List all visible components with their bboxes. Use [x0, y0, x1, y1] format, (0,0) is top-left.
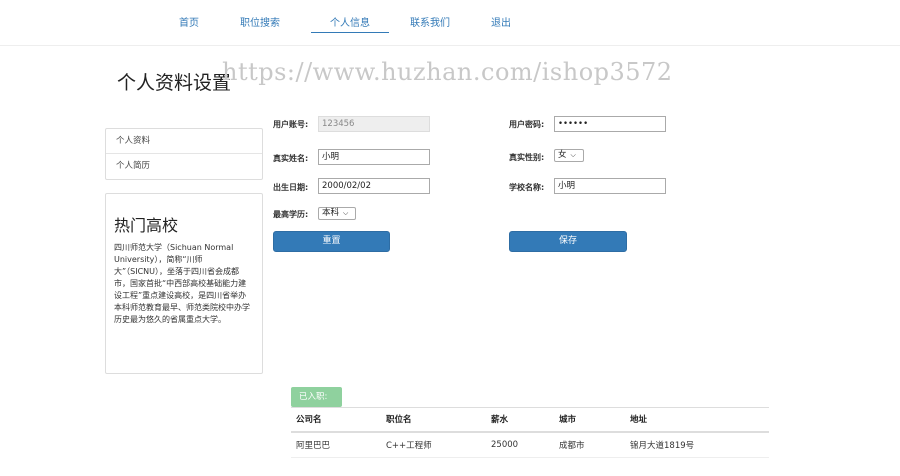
cell-salary: 25000	[486, 431, 554, 458]
table-header-row: 公司名 职位名 薪水 城市 地址	[291, 407, 769, 433]
nav-logout[interactable]: 退出	[488, 14, 514, 32]
side-item-resume[interactable]: 个人简历	[106, 154, 262, 179]
hot-schools-text: 四川师范大学（Sichuan Normal University），简称“川师大…	[114, 243, 250, 324]
col-city: 城市	[554, 407, 625, 433]
password-label: 用户密码:	[509, 120, 545, 129]
birth-field[interactable]: 2000/02/02	[318, 178, 430, 194]
name-label: 真实姓名:	[273, 154, 309, 163]
col-company: 公司名	[291, 407, 381, 433]
hot-schools-panel: 热门高校 四川师范大学（Sichuan Normal University），简…	[105, 193, 263, 374]
nav-home[interactable]: 首页	[176, 14, 202, 32]
cell-company: 阿里巴巴	[291, 431, 381, 458]
gender-label: 真实性别:	[509, 153, 545, 162]
side-item-profile[interactable]: 个人资料	[106, 129, 262, 154]
account-label: 用户账号:	[273, 120, 309, 129]
chevron-down-icon: ⌵	[343, 209, 349, 217]
col-salary: 薪水	[486, 407, 554, 433]
cell-position: C++工程师	[381, 431, 486, 458]
school-field[interactable]: 小明	[554, 178, 666, 194]
password-field[interactable]: ••••••	[554, 116, 666, 132]
col-position: 职位名	[381, 407, 486, 433]
save-button[interactable]: 保存	[509, 231, 627, 252]
cell-address: 锦月大道1819号	[625, 431, 769, 458]
cell-city: 成都市	[554, 431, 625, 458]
nav-profile[interactable]: 个人信息	[311, 14, 389, 33]
gender-select[interactable]: 女 ⌵	[554, 149, 584, 162]
watermark: https://www.huzhan.com/ishop3572	[222, 58, 673, 86]
education-select[interactable]: 本科 ⌵	[318, 207, 356, 220]
name-field[interactable]: 小明	[318, 149, 430, 165]
employed-badge: 已入职:	[291, 387, 342, 407]
side-menu: 个人资料 个人简历	[105, 128, 263, 180]
gender-select-value: 女	[558, 150, 567, 160]
nav-contact[interactable]: 联系我们	[408, 14, 452, 32]
top-nav: 首页 职位搜索 个人信息 联系我们 退出	[0, 0, 900, 46]
chevron-down-icon: ⌵	[570, 151, 576, 159]
hot-schools-title: 热门高校	[114, 216, 179, 235]
nav-job-search[interactable]: 职位搜索	[238, 14, 282, 32]
col-address: 地址	[625, 407, 769, 433]
education-select-value: 本科	[322, 208, 340, 218]
school-label: 学校名称:	[509, 183, 545, 192]
account-field: 123456	[318, 116, 430, 132]
page-title: 个人资料设置	[117, 72, 232, 94]
reset-button[interactable]: 重置	[273, 231, 390, 252]
birth-label: 出生日期:	[273, 183, 309, 192]
education-label: 最高学历:	[273, 210, 309, 219]
table-row: 阿里巴巴 C++工程师 25000 成都市 锦月大道1819号	[291, 431, 769, 458]
jobs-table: 公司名 职位名 薪水 城市 地址 阿里巴巴 C++工程师 25000 成都市 锦…	[291, 407, 769, 458]
